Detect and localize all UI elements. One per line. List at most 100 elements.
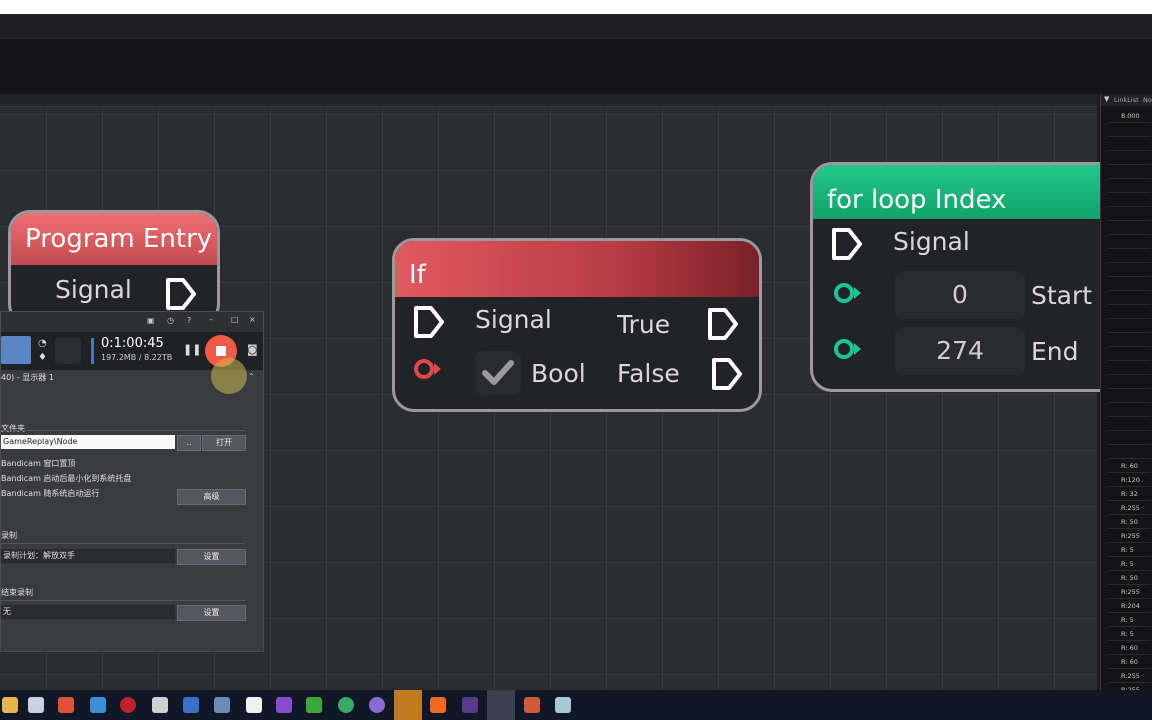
- for-loop-title: for loop Index: [813, 165, 1113, 219]
- panel-tabs: ▼ LinkList No: [1101, 94, 1152, 106]
- for-loop-start-input[interactable]: 0: [895, 271, 1025, 319]
- stop-settings-button[interactable]: 设置: [177, 605, 246, 621]
- panel-top-value: 8.000: [1107, 110, 1151, 123]
- calculator-icon[interactable]: [214, 697, 230, 713]
- speaker-icon[interactable]: ◔: [38, 338, 47, 349]
- file-explorer-icon[interactable]: [2, 697, 18, 713]
- app-icon[interactable]: [524, 697, 540, 713]
- panel-row-empty: [1107, 124, 1151, 137]
- option-topmost[interactable]: Bandicam 窗口置顶: [1, 458, 75, 469]
- panel-row: R: 5: [1107, 558, 1151, 571]
- for-loop-end-label: End: [1031, 337, 1079, 366]
- for-loop-node[interactable]: for loop Index Signal 0 Start 274 End: [810, 162, 1113, 392]
- panel-row: R:255: [1107, 502, 1151, 515]
- maximize-icon[interactable]: □: [231, 315, 239, 324]
- stop-icon: [216, 346, 226, 356]
- if-bool-checkbox[interactable]: [475, 351, 521, 395]
- option-autostart[interactable]: Bandicam 随系统启动运行: [1, 488, 99, 499]
- folder-section-label: 文件夹: [1, 424, 25, 433]
- collapse-chevron-icon[interactable]: ⌃: [248, 372, 255, 381]
- exec-pin-icon: [166, 278, 196, 310]
- panel-row-empty: [1107, 376, 1151, 389]
- if-node-title: If: [395, 241, 759, 297]
- tab-linklist[interactable]: LinkList: [1114, 96, 1139, 104]
- panel-row-empty: [1107, 236, 1151, 249]
- folder-path-input[interactable]: GameReplay\Node: [1, 435, 175, 449]
- property-panel[interactable]: ▼ LinkList No 8.000 R: 60 R:120 R: 32 R:255…: [1100, 94, 1152, 697]
- menu-bar: [0, 14, 1152, 39]
- app-icon[interactable]: [152, 697, 168, 713]
- for-loop-start-label: Start: [1031, 281, 1093, 310]
- chrome-icon[interactable]: [338, 697, 354, 713]
- game-icon[interactable]: [306, 697, 322, 713]
- active-app-icon[interactable]: [394, 690, 422, 720]
- visual-studio-icon[interactable]: [276, 697, 292, 713]
- panel-row: R:204: [1107, 600, 1151, 613]
- panel-row-empty: [1107, 166, 1151, 179]
- clock-icon[interactable]: ◷: [167, 316, 174, 325]
- hdmi-mode-icon[interactable]: [1, 336, 31, 364]
- panel-row-empty: [1107, 432, 1151, 445]
- panel-row-empty: [1107, 390, 1151, 403]
- exec-pin-icon: [712, 358, 742, 390]
- panel-row-empty: [1107, 208, 1151, 221]
- app-icon[interactable]: [369, 697, 385, 713]
- app-icon[interactable]: [58, 697, 74, 713]
- panel-row: R: 60: [1107, 656, 1151, 669]
- for-loop-signal-label: Signal: [893, 227, 970, 256]
- schedule-settings-button[interactable]: 设置: [177, 549, 246, 565]
- bool-pin-icon: [414, 359, 441, 379]
- checkmark-icon: [482, 360, 514, 385]
- divider: [1, 600, 245, 601]
- folder-icon[interactable]: ▣: [147, 316, 155, 325]
- panel-row-empty: [1107, 334, 1151, 347]
- program-entry-signal-label: Signal: [55, 275, 132, 304]
- panel-row: R:255: [1107, 670, 1151, 683]
- open-folder-button[interactable]: 打开: [202, 435, 246, 451]
- advanced-button[interactable]: 高级: [177, 489, 246, 505]
- app-icon[interactable]: [183, 697, 199, 713]
- cursor-highlight: [211, 358, 247, 394]
- for-loop-end-input[interactable]: 274: [895, 327, 1025, 375]
- panel-row-empty: [1107, 264, 1151, 277]
- panel-row: R: 50: [1107, 572, 1151, 585]
- exec-pin-icon: [708, 308, 738, 340]
- record-section-label: 录制: [1, 531, 17, 540]
- minimize-icon[interactable]: –: [209, 315, 213, 324]
- mail-icon[interactable]: [90, 697, 106, 713]
- program-entry-node[interactable]: Program Entry Signal: [8, 210, 220, 326]
- record-app-icon[interactable]: [120, 697, 136, 713]
- webcam-icon[interactable]: [55, 338, 81, 364]
- program-entry-title: Program Entry: [11, 213, 217, 265]
- document-icon[interactable]: [246, 697, 262, 713]
- if-node[interactable]: If Signal True Bool False: [392, 238, 762, 412]
- panel-menu-icon[interactable]: ▼: [1104, 95, 1109, 103]
- panel-row-empty: [1107, 446, 1151, 459]
- bandicam-window[interactable]: ▣ ◷ ? – □ × ◔ ♦ 0:1:00:45 197.2MB / 8.22…: [0, 311, 264, 652]
- panel-row: R:255: [1107, 586, 1151, 599]
- notes-icon[interactable]: [28, 697, 44, 713]
- bandicam-taskbar-icon[interactable]: [487, 690, 515, 720]
- panel-row: R: 5: [1107, 614, 1151, 627]
- tab-no[interactable]: No: [1143, 96, 1152, 104]
- panel-row-empty: [1107, 362, 1151, 375]
- close-icon[interactable]: ×: [249, 315, 256, 324]
- option-minimize-tray[interactable]: Bandicam 启动后最小化到系统托盘: [1, 473, 131, 484]
- mic-icon[interactable]: ♦: [38, 352, 47, 363]
- exec-pin-icon: [414, 306, 444, 338]
- camera-icon[interactable]: ◙: [247, 343, 258, 356]
- panel-row-empty: [1107, 320, 1151, 333]
- pause-icon[interactable]: ❚❚: [183, 343, 201, 356]
- app-icon[interactable]: [430, 697, 446, 713]
- bandicam-titlebar[interactable]: ▣ ◷ ? – □ ×: [1, 312, 263, 332]
- taskbar: [0, 690, 1152, 720]
- panel-row-empty: [1107, 222, 1151, 235]
- if-false-label: False: [617, 359, 680, 388]
- panel-row: R: 50: [1107, 516, 1151, 529]
- app-icon[interactable]: [462, 697, 478, 713]
- browse-button[interactable]: ..: [177, 435, 201, 451]
- canvas-header-strip: [0, 94, 1097, 107]
- monitor-label: 40) - 显示器 1: [1, 373, 54, 382]
- help-icon[interactable]: ?: [187, 316, 191, 325]
- app-icon[interactable]: [555, 697, 571, 713]
